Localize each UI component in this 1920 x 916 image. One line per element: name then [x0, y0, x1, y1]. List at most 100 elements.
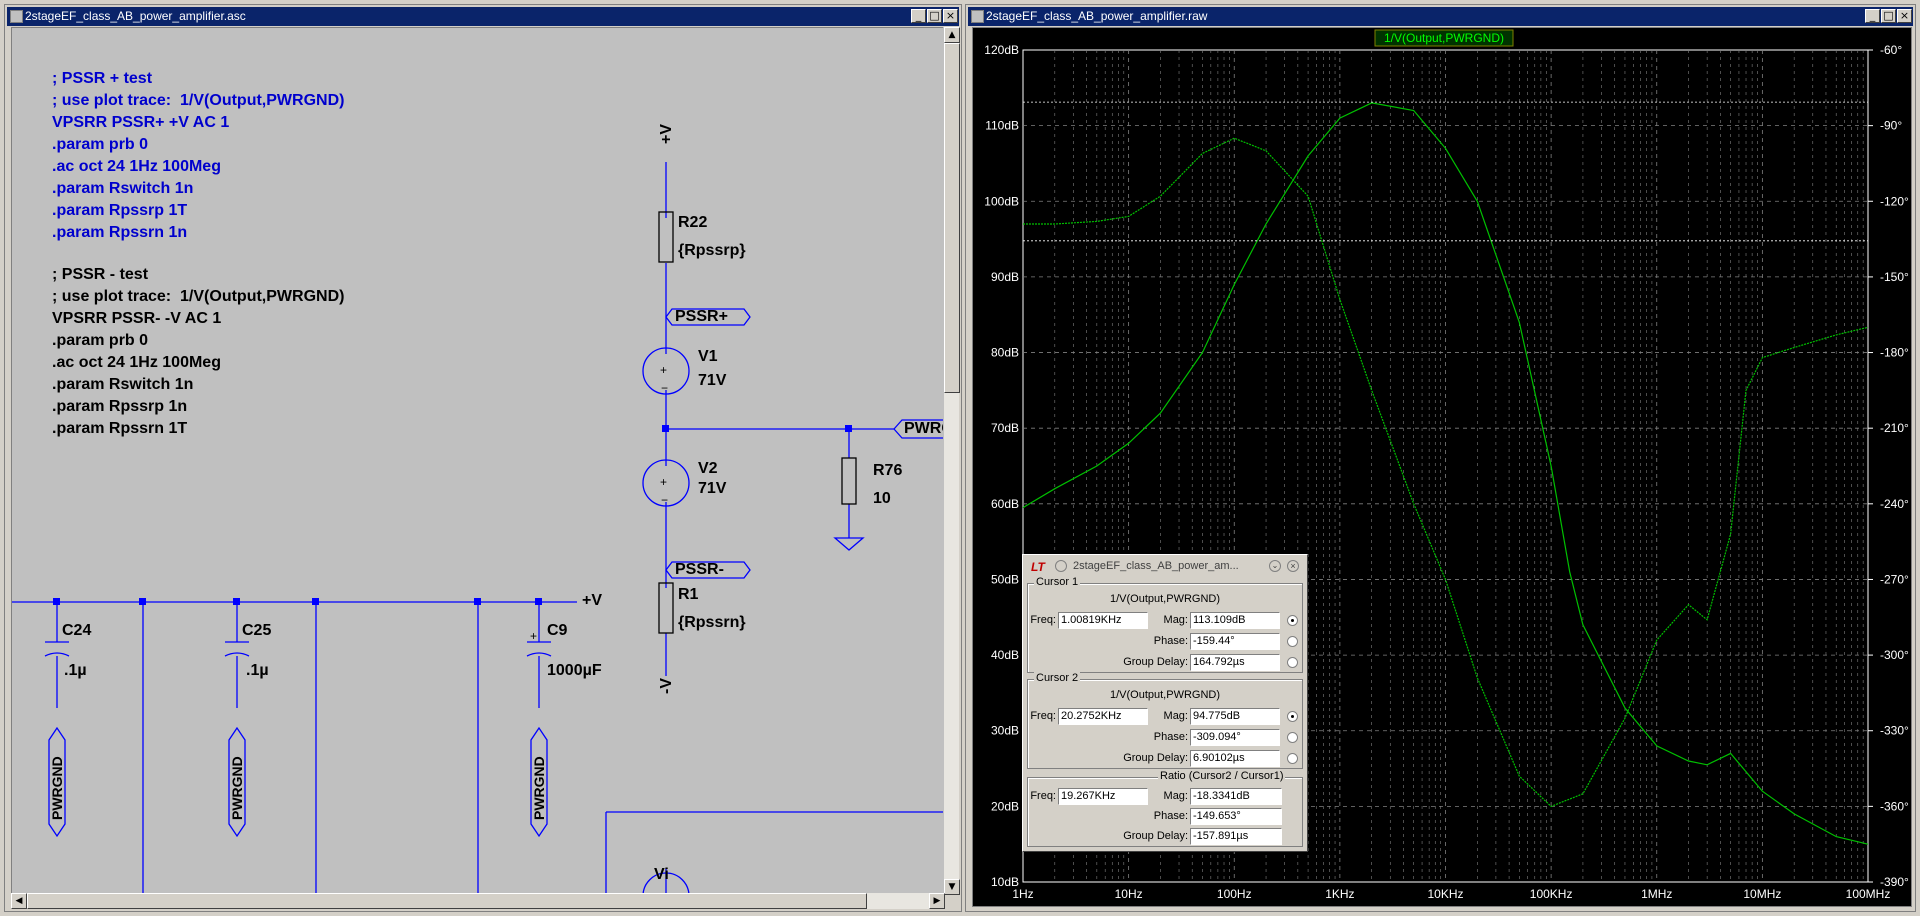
cursor1-gd-radio[interactable]: [1287, 657, 1298, 668]
x-tick-label: 100MHz: [1846, 887, 1891, 901]
cursor1-trace: 1/V(Output,PWRGND): [1109, 593, 1221, 605]
c9-name: C9: [547, 622, 568, 639]
net-flag-pwrgnd-c9: PWRGND: [531, 756, 547, 820]
cursor2-mag-radio[interactable]: [1287, 711, 1298, 722]
schematic-app-icon: [10, 10, 23, 23]
waveform-titlebar[interactable]: 2stageEF_class_AB_power_amplifier.raw _ …: [968, 7, 1913, 26]
x-tick-label: 10KHz: [1427, 887, 1463, 901]
y-tick-label: 100dB: [984, 194, 1019, 208]
y-tick-label: 60dB: [991, 497, 1019, 511]
cursor1-mag-field[interactable]: 113.109dB: [1190, 612, 1280, 629]
y2-tick-label: -270°: [1880, 572, 1909, 586]
scroll-left-arrow-icon[interactable]: ◀: [11, 893, 27, 909]
net-label-plus-v-rail: +V: [582, 592, 603, 609]
c24-value: .1µ: [64, 662, 87, 679]
horizontal-scroll-thumb[interactable]: [27, 893, 867, 909]
ratio-group-delay-field[interactable]: -157.891µs: [1190, 828, 1282, 845]
mag-label: Mag:: [1163, 710, 1188, 722]
r22-value: {Rpssrp}: [678, 242, 746, 259]
x-tick-label: 10MHz: [1743, 887, 1781, 901]
minimize-button[interactable]: _: [911, 9, 926, 23]
schematic-titlebar[interactable]: 2stageEF_class_AB_power_amplifier.asc _ …: [7, 7, 959, 26]
vi-name: Vi: [654, 866, 669, 883]
schematic-canvas[interactable]: ; PSSR + test; use plot trace: 1/V(Outpu…: [11, 27, 945, 895]
close-button[interactable]: ×: [1897, 9, 1912, 23]
y2-tick-label: -180°: [1880, 346, 1909, 360]
close-icon[interactable]: ×: [1287, 560, 1299, 572]
cursor1-mag-radio[interactable]: [1287, 615, 1298, 626]
scroll-right-arrow-icon[interactable]: ▶: [929, 893, 945, 909]
cursor2-group-delay-field[interactable]: 6.90102µs: [1190, 750, 1280, 767]
cursor1-phase-radio[interactable]: [1287, 636, 1298, 647]
x-tick-label: 100KHz: [1530, 887, 1573, 901]
ratio-group: Ratio (Cursor2 / Cursor1) Freq: 19.267KH…: [1027, 770, 1303, 847]
y2-tick-label: -390°: [1880, 875, 1909, 889]
cursor1-group-delay-field[interactable]: 164.792µs: [1190, 654, 1280, 671]
lt-logo-icon: LT: [1031, 560, 1045, 574]
vertical-scroll-thumb[interactable]: [944, 43, 960, 393]
schematic-vertical-scrollbar[interactable]: ▲ ▼: [943, 27, 960, 895]
freq-label: Freq:: [1030, 710, 1056, 722]
y2-tick-label: -90°: [1880, 119, 1902, 133]
cursor-dialog-titlebar[interactable]: LT 2stageEF_class_AB_power_am... ⌄ ×: [1025, 557, 1305, 575]
net-flag-pwrgnd-c24: PWRGND: [49, 756, 65, 820]
waveform-title: 2stageEF_class_AB_power_amplifier.raw: [986, 9, 1208, 23]
group-delay-label: Group Delay:: [1123, 656, 1188, 668]
v1-value: 71V: [698, 372, 727, 389]
r1-value: {Rpssrn}: [678, 614, 746, 631]
y-tick-label: 110dB: [985, 119, 1019, 133]
cursor2-group: Cursor 2 1/V(Output,PWRGND) Freq: 20.275…: [1027, 672, 1303, 769]
freq-label: Freq:: [1030, 614, 1056, 626]
phase-label: Phase:: [1153, 810, 1188, 822]
scroll-up-arrow-icon[interactable]: ▲: [944, 27, 960, 43]
cursor2-gd-radio[interactable]: [1287, 753, 1298, 764]
cursor2-trace: 1/V(Output,PWRGND): [1109, 689, 1221, 701]
c25-name: C25: [242, 622, 272, 639]
r22-name: R22: [678, 214, 708, 231]
maximize-button[interactable]: □: [1881, 9, 1896, 23]
phase-label: Phase:: [1153, 635, 1188, 647]
minimize-button[interactable]: _: [1865, 9, 1880, 23]
ratio-freq-field[interactable]: 19.267KHz: [1058, 788, 1148, 805]
cursor-dialog[interactable]: LT 2stageEF_class_AB_power_am... ⌄ × Cur…: [1022, 554, 1308, 852]
cursor2-phase-radio[interactable]: [1287, 732, 1298, 743]
cursor2-phase-field[interactable]: -309.094°: [1190, 729, 1280, 746]
net-flag-pssr-plus: PSSR+: [675, 308, 728, 325]
y-tick-label: 80dB: [991, 346, 1019, 360]
net-label-plus-v: +V: [658, 123, 675, 144]
y2-tick-label: -60°: [1880, 43, 1902, 57]
cursor2-legend: Cursor 2: [1034, 672, 1081, 684]
maximize-button[interactable]: □: [927, 9, 942, 23]
ratio-mag-field[interactable]: -18.3341dB: [1190, 788, 1282, 805]
mag-label: Mag:: [1163, 790, 1188, 802]
cursor1-phase-field[interactable]: -159.44°: [1190, 633, 1280, 650]
waveform-app-icon: [971, 10, 984, 23]
schematic-horizontal-scrollbar[interactable]: ◀ ▶: [11, 893, 945, 909]
svg-text:+: +: [660, 475, 667, 489]
cursor1-freq-field[interactable]: 1.00819KHz: [1058, 612, 1148, 629]
cursor2-mag-field[interactable]: 94.775dB: [1190, 708, 1280, 725]
ratio-phase-field[interactable]: -149.653°: [1190, 808, 1282, 825]
x-tick-label: 1MHz: [1641, 887, 1672, 901]
cursor1-legend: Cursor 1: [1034, 576, 1081, 588]
y2-tick-label: -240°: [1880, 497, 1909, 511]
r76-name: R76: [873, 462, 903, 479]
svg-text:+: +: [530, 629, 537, 643]
y-tick-label: 120dB: [984, 43, 1019, 57]
y2-tick-label: -360°: [1880, 799, 1909, 813]
y-tick-label: 90dB: [991, 270, 1019, 284]
collapse-icon[interactable]: ⌄: [1269, 560, 1281, 572]
close-button[interactable]: ×: [943, 9, 958, 23]
pin-icon[interactable]: [1055, 560, 1067, 572]
c25-value: .1µ: [246, 662, 269, 679]
scroll-down-arrow-icon[interactable]: ▼: [944, 879, 960, 895]
schematic-wires: + − + − +: [12, 162, 944, 894]
cursor-dialog-title: 2stageEF_class_AB_power_am...: [1073, 560, 1239, 572]
net-flag-pwrgnd-c25: PWRGND: [229, 756, 245, 820]
net-flag-pssr-minus: PSSR-: [675, 561, 724, 578]
group-delay-label: Group Delay:: [1123, 752, 1188, 764]
c9-value: 1000µF: [547, 662, 602, 679]
y2-tick-label: -210°: [1880, 421, 1909, 435]
trace-label: 1/V(Output,PWRGND): [1384, 31, 1504, 45]
cursor2-freq-field[interactable]: 20.2752KHz: [1058, 708, 1148, 725]
